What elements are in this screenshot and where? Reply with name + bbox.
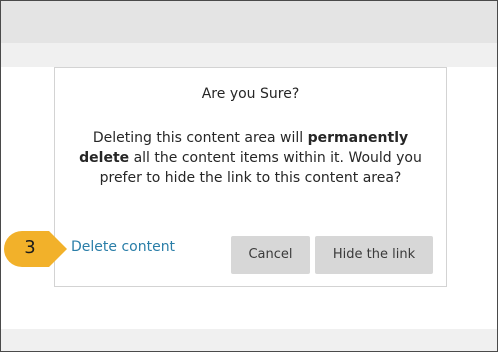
step-number: 3: [24, 237, 36, 258]
dialog-message: Deleting this content area will permanen…: [73, 128, 428, 188]
screenshot-frame: Are you Sure? Deleting this content area…: [0, 0, 498, 352]
step-number-badge: 3: [3, 230, 69, 268]
confirm-dialog: Are you Sure? Deleting this content area…: [54, 67, 447, 287]
dialog-title: Are you Sure?: [201, 86, 300, 102]
top-bar: [1, 1, 497, 43]
delete-content-link[interactable]: Delete content: [71, 239, 175, 255]
hide-the-link-button[interactable]: Hide the link: [315, 236, 433, 274]
cancel-button[interactable]: Cancel: [231, 236, 310, 274]
dialog-message-text-1: Deleting this content area will: [92, 130, 308, 146]
dialog-message-text-2: all the content items within it. Would y…: [99, 150, 422, 186]
bottom-strip: [1, 329, 497, 351]
